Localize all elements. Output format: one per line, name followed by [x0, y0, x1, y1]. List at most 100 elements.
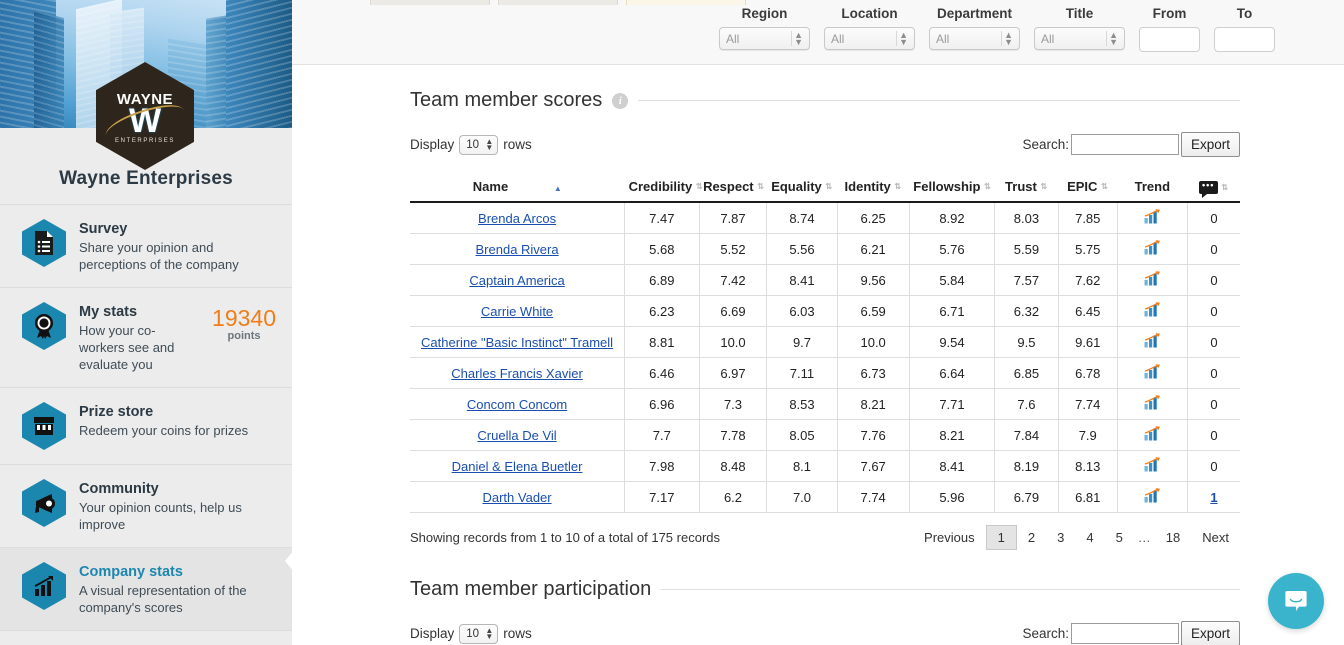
filter-label: To: [1236, 6, 1253, 21]
chat-widget-button[interactable]: [1268, 573, 1324, 629]
cell-trust: 8.03: [994, 202, 1059, 234]
cell-trend[interactable]: [1117, 419, 1188, 451]
cell-trend[interactable]: [1117, 202, 1188, 234]
scores-table-header-row: Name ▲ Credibility ⇅ Respect ⇅ Equality: [410, 171, 1240, 203]
sidebar-item-subtitle: A visual representation of the company's…: [79, 583, 247, 615]
column-header-equality[interactable]: Equality ⇅: [766, 171, 838, 203]
member-name-link[interactable]: Darth Vader: [482, 490, 551, 505]
team-member-participation-section: Team member participation Display 10 ▲ ▼ …: [292, 578, 1344, 645]
member-name-link[interactable]: Carrie White: [481, 304, 553, 319]
filter-label: From: [1152, 6, 1187, 21]
member-name-link[interactable]: Brenda Rivera: [476, 242, 559, 257]
cell-epic: 6.78: [1058, 357, 1118, 389]
member-name-link[interactable]: Captain America: [469, 273, 564, 288]
member-name-link[interactable]: Daniel & Elena Buetler: [452, 459, 583, 474]
cell-fellowship: 8.41: [909, 450, 996, 482]
document-icon: [35, 231, 53, 255]
region-select[interactable]: All ▲ ▼: [719, 27, 810, 50]
tab-chip[interactable]: [370, 0, 490, 5]
cell-trend[interactable]: [1117, 326, 1188, 358]
cell-trend[interactable]: [1117, 481, 1188, 513]
cell-fellowship: 5.96: [909, 481, 996, 513]
info-icon[interactable]: i: [612, 92, 629, 109]
chevron-updown-icon: ▲ ▼: [794, 29, 803, 47]
chevron-updown-icon: ▲ ▼: [1004, 29, 1013, 47]
pagination-page-18[interactable]: 18: [1155, 526, 1191, 549]
scores-table-controls: Display 10 ▲ ▼ rows Search: Export: [410, 132, 1240, 157]
column-header-credibility[interactable]: Credibility ⇅: [624, 171, 703, 203]
member-name-link[interactable]: Charles Francis Xavier: [451, 366, 583, 381]
column-header-respect[interactable]: Respect ⇅: [699, 171, 767, 203]
scores-search-input[interactable]: [1070, 134, 1179, 155]
participation-rows-select[interactable]: 10 ▲ ▼: [459, 623, 499, 644]
select-divider: [1001, 31, 1002, 46]
pagination-page-5[interactable]: 5: [1105, 526, 1134, 549]
sort-icon: ⇅: [1101, 182, 1108, 191]
select-divider: [1106, 31, 1107, 46]
tab-chip-selected[interactable]: [626, 0, 746, 5]
comment-count[interactable]: 1: [1210, 490, 1217, 505]
section-divider: [638, 100, 1240, 101]
member-name-link[interactable]: Cruella De Vil: [477, 428, 556, 443]
sidebar-collapse-button[interactable]: [283, 540, 292, 582]
cell-trend[interactable]: [1117, 295, 1188, 327]
column-header-comments[interactable]: ••• ⇅: [1187, 171, 1240, 203]
cell-equality: 7.0: [766, 481, 838, 513]
sidebar-item-subtitle: How your co-workers see and evaluate you: [79, 323, 175, 372]
pagination-page-4[interactable]: 4: [1075, 526, 1104, 549]
trend-up-icon: [1144, 271, 1161, 289]
member-name-link[interactable]: Concom Concom: [467, 397, 567, 412]
scores-export-button[interactable]: Export: [1180, 132, 1240, 157]
cell-fellowship: 8.21: [909, 419, 996, 451]
department-select[interactable]: All ▲ ▼: [929, 27, 1020, 50]
participation-export-button[interactable]: Export: [1180, 621, 1240, 645]
scores-rows-select[interactable]: 10 ▲ ▼: [459, 134, 499, 155]
cell-trend[interactable]: [1117, 357, 1188, 389]
scores-records-summary: Showing records from 1 to 10 of a total …: [410, 530, 721, 545]
sidebar-item-prize-store[interactable]: Prize store Redeem your coins for prizes: [0, 388, 292, 465]
column-header-identity[interactable]: Identity ⇅: [837, 171, 910, 203]
pagination-page-3[interactable]: 3: [1046, 526, 1075, 549]
participation-search-input[interactable]: [1070, 623, 1179, 644]
comment-count: 0: [1210, 241, 1218, 257]
column-header-epic[interactable]: EPIC ⇅: [1058, 171, 1118, 203]
cell-trend[interactable]: [1117, 233, 1188, 265]
cell-trust: 6.79: [994, 481, 1059, 513]
sidebar-item-my-stats[interactable]: My stats How your co-workers see and eva…: [0, 288, 292, 388]
column-header-name[interactable]: Name ▲: [410, 171, 625, 203]
pagination-page-2[interactable]: 2: [1017, 526, 1046, 549]
cell-name: Captain America: [410, 264, 626, 296]
member-name-link[interactable]: Catherine "Basic Instinct" Tramell: [421, 335, 613, 350]
pagination-previous[interactable]: Previous: [913, 526, 986, 549]
cell-trend[interactable]: [1117, 450, 1188, 482]
scores-search-label: Search:: [1022, 137, 1069, 152]
scores-display-rows-control: Display 10 ▲ ▼ rows: [410, 134, 532, 155]
comment-count: 0: [1210, 365, 1218, 381]
cell-trend[interactable]: [1117, 264, 1188, 296]
member-name-link[interactable]: Brenda Arcos: [478, 211, 556, 226]
title-select[interactable]: All ▲ ▼: [1034, 27, 1125, 50]
display-suffix-label: rows: [503, 137, 532, 152]
from-date-input[interactable]: [1139, 27, 1200, 52]
select-divider: [896, 31, 897, 46]
table-row: Charles Francis Xavier 6.46 6.97 7.11 6.73 6.…: [410, 357, 1240, 389]
cell-comments: 0: [1187, 357, 1240, 389]
pagination-next[interactable]: Next: [1191, 526, 1240, 549]
tab-chip[interactable]: [498, 0, 618, 5]
to-date-input[interactable]: [1214, 27, 1275, 52]
cell-comments[interactable]: 1: [1187, 481, 1240, 513]
points-value: 19340: [212, 305, 276, 331]
scores-search-control: Search: Export: [1022, 132, 1240, 157]
cell-epic: 7.9: [1058, 419, 1118, 451]
column-header-fellowship[interactable]: Fellowship ⇅: [909, 171, 995, 203]
location-select[interactable]: All ▲ ▼: [824, 27, 915, 50]
pagination-page-1[interactable]: 1: [985, 525, 1017, 550]
column-header-trust[interactable]: Trust ⇅: [994, 171, 1059, 203]
cell-trend[interactable]: [1117, 388, 1188, 420]
sidebar-item-community[interactable]: Community Your opinion counts, help us i…: [0, 465, 292, 548]
table-row: Darth Vader 7.17 6.2 7.0 7.74 5.96 6.79 6.81 1: [410, 481, 1240, 513]
sidebar-item-survey[interactable]: Survey Share your opinion and perception…: [0, 205, 292, 288]
cell-credibility: 5.68: [624, 233, 700, 265]
sidebar-item-company-stats[interactable]: Company stats A visual representation of…: [0, 548, 292, 631]
cell-equality: 8.1: [766, 450, 838, 482]
